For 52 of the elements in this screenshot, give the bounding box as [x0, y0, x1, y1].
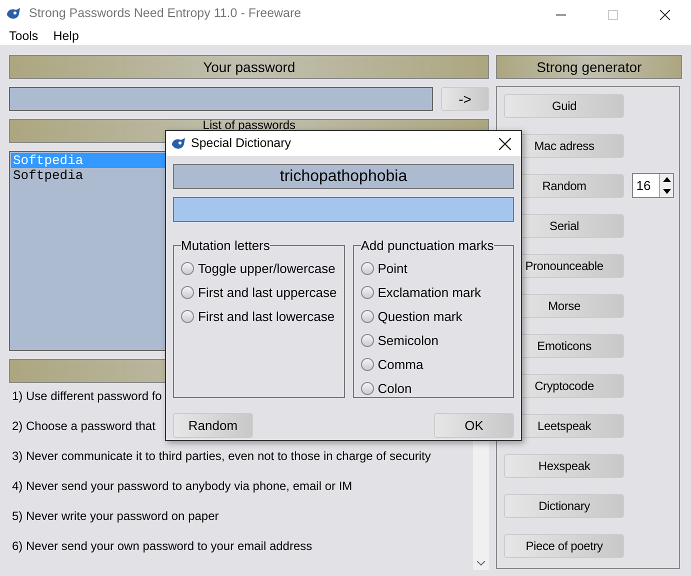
radio-label[interactable]: Toggle upper/lowercase	[198, 258, 336, 278]
radio-button[interactable]	[360, 286, 374, 299]
generator-button[interactable]: Dictionary	[504, 494, 624, 518]
tip-text: 5) Never write your password on paper	[12, 508, 219, 525]
result-field[interactable]	[173, 197, 514, 222]
radio-label[interactable]: First and last uppercase	[198, 282, 337, 302]
generator-button[interactable]: Hexspeak	[504, 454, 624, 478]
radio-button[interactable]	[360, 334, 374, 347]
app-icon	[5, 6, 21, 22]
scroll-down-icon[interactable]	[477, 561, 486, 566]
down-icon[interactable]	[662, 188, 671, 194]
word-display: trichopathophobia	[173, 164, 514, 189]
tip-text: 3) Never communicate it to third parties, even not to those in charge of security	[12, 448, 431, 465]
radio-label[interactable]: Exclamation mark	[378, 282, 482, 302]
radio-button[interactable]	[360, 310, 374, 323]
radio-label[interactable]: Semicolon	[378, 330, 438, 350]
dialog-title: Special Dictionary	[191, 135, 292, 152]
password-field[interactable]	[9, 87, 433, 111]
group-title: Mutation letters	[181, 237, 270, 255]
radio-label[interactable]: Point	[378, 258, 408, 278]
radio-button[interactable]	[181, 262, 194, 275]
radio-label[interactable]: Question mark	[378, 306, 462, 326]
group-title: Add punctuation marks	[360, 237, 494, 255]
radio-button[interactable]	[360, 358, 374, 371]
tip-text: 1) Use different password fo	[12, 388, 162, 405]
radio-button[interactable]	[181, 310, 194, 323]
generator-button[interactable]: Piece of poetry	[504, 534, 624, 558]
tip-text: 2) Choose a password that	[12, 418, 156, 435]
maximize-icon[interactable]	[608, 10, 618, 20]
radio-label[interactable]: First and last lowercase	[198, 306, 335, 326]
spinner-arrows[interactable]	[659, 174, 674, 197]
tip-text: 4) Never send your password to anybody via phone, email or IM	[12, 478, 352, 495]
menu-item[interactable]: Help	[53, 27, 79, 46]
radio-button[interactable]	[181, 286, 194, 299]
random-button[interactable]: Random	[173, 413, 253, 438]
up-icon[interactable]	[662, 177, 671, 182]
close-icon[interactable]	[660, 10, 670, 20]
menu-item[interactable]: Tools	[9, 27, 38, 46]
radio-label[interactable]: Comma	[378, 354, 424, 374]
section-header: Strong generator	[496, 55, 682, 79]
radio-label[interactable]: Colon	[378, 378, 412, 398]
radio-button[interactable]	[360, 382, 374, 395]
header-text: List of passwords	[202, 120, 296, 131]
app-icon	[170, 136, 186, 152]
section-header: Your password	[9, 55, 490, 79]
close-icon[interactable]	[499, 138, 511, 150]
ok-button[interactable]: OK	[434, 413, 514, 438]
radio-button[interactable]	[360, 262, 374, 275]
arrow-button[interactable]: ->	[441, 87, 489, 111]
generator-button[interactable]: Guid	[504, 94, 624, 118]
window-title: Strong Passwords Need Entropy 11.0 - Freeware	[29, 5, 302, 22]
tip-text: 6) Never send your own password to your email address	[12, 538, 312, 555]
